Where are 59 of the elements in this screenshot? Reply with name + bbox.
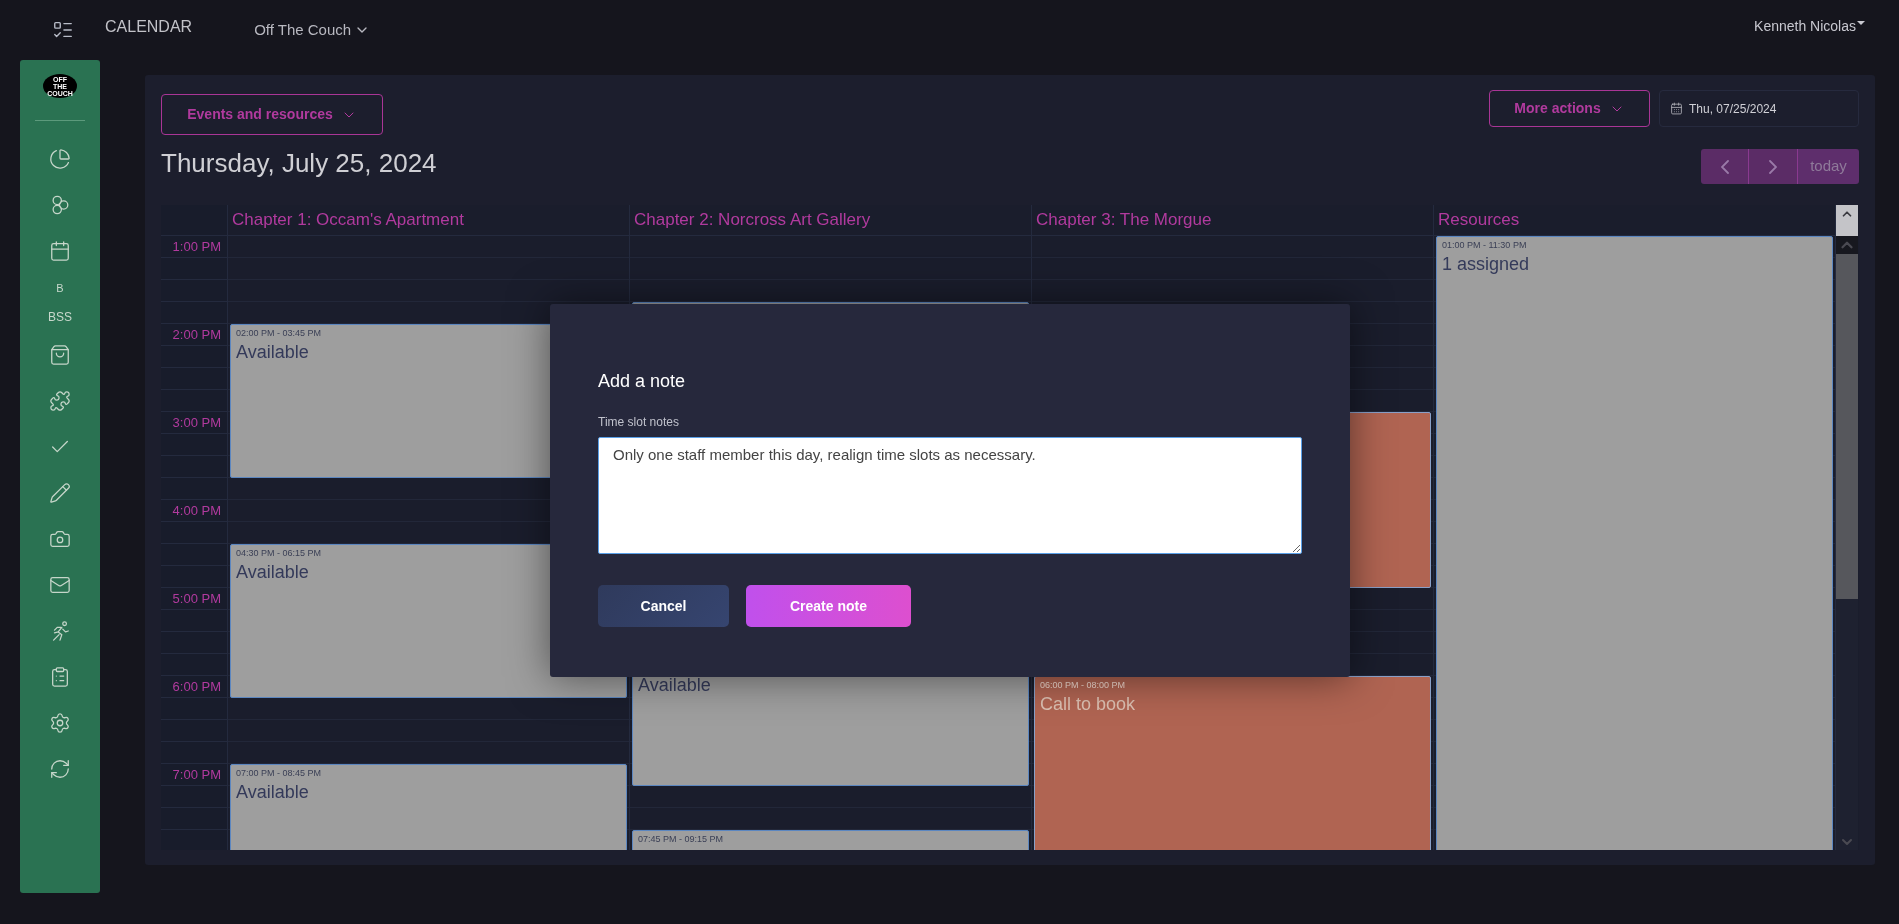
event-time: 01:00 PM - 11:30 PM (1442, 239, 1528, 251)
column-header: Chapter 3: The Morgue (1036, 208, 1212, 231)
app-title: CALENDAR (105, 17, 193, 37)
settings-icon[interactable] (49, 711, 71, 734)
time-label: 3:00 PM (172, 413, 221, 432)
chevron-right-icon (1769, 159, 1777, 174)
calendar-icon[interactable] (49, 239, 71, 262)
event-time: 07:00 PM - 08:45 PM (236, 767, 323, 779)
event-block[interactable]: 07:00 PM - 08:45 PM Available (230, 764, 627, 850)
event-block[interactable]: 01:00 PM - 11:30 PM 1 assigned (1436, 236, 1833, 850)
scroll-up-icon[interactable] (1836, 236, 1858, 254)
clipboard-icon[interactable] (49, 665, 71, 688)
column-header: Chapter 1: Occam's Apartment (232, 208, 464, 231)
time-label: 6:00 PM (172, 677, 221, 696)
puzzle-icon[interactable] (49, 389, 71, 412)
cancel-button[interactable]: Cancel (598, 585, 729, 627)
calendar-icon (1670, 102, 1683, 115)
event-title: 1 assigned (1442, 253, 1531, 276)
event-time: 06:00 PM - 08:00 PM (1040, 679, 1127, 691)
event-time: 04:30 PM - 06:15 PM (236, 547, 323, 559)
create-note-button[interactable]: Create note (746, 585, 911, 627)
today-button[interactable]: today (1798, 149, 1859, 184)
column-header: Chapter 2: Norcross Art Gallery (634, 208, 871, 231)
date-value: Thu, 07/25/2024 (1689, 100, 1777, 118)
event-title: Call to book (1040, 693, 1137, 716)
time-label: 4:00 PM (172, 501, 221, 520)
event-title: Available (236, 561, 310, 584)
event-title: Available (236, 341, 310, 364)
shopping-bag-icon[interactable] (49, 343, 71, 366)
pie-chart-icon[interactable] (49, 147, 71, 170)
event-block[interactable]: 07:45 PM - 09:15 PM (632, 830, 1029, 850)
event-time: 07:45 PM - 09:15 PM (638, 833, 725, 845)
event-title: Available (236, 781, 310, 804)
time-label: 7:00 PM (172, 765, 221, 784)
refresh-icon[interactable] (49, 757, 71, 780)
sidebar-label[interactable]: B (56, 282, 64, 294)
time-label: 1:00 PM (172, 237, 221, 256)
event-title: Available (638, 673, 712, 697)
next-day-button[interactable] (1749, 149, 1798, 184)
venue-dropdown[interactable]: Off The Couch (254, 18, 371, 42)
scrollbar-thumb[interactable] (1836, 254, 1858, 599)
notes-textarea[interactable]: Only one staff member this day, realign time slots as necessary. (598, 437, 1302, 554)
column-header: Resources (1438, 208, 1520, 231)
date-title: Thursday, July 25, 2024 (161, 147, 437, 180)
previous-day-button[interactable] (1701, 149, 1749, 184)
circles-icon[interactable] (49, 193, 71, 216)
sidebar-label[interactable]: BSS (48, 311, 72, 323)
events-and-resources-dropdown[interactable]: Events and resources (161, 94, 383, 135)
time-label: 2:00 PM (172, 325, 221, 344)
scroll-up-button[interactable] (1836, 205, 1858, 236)
caret-icon (1857, 20, 1865, 25)
event-block[interactable]: 06:00 PM - 08:00 PM Call to book (1034, 676, 1431, 850)
pencil-icon[interactable] (49, 481, 71, 504)
date-field[interactable]: Thu, 07/25/2024 (1659, 90, 1859, 127)
time-label: 5:00 PM (172, 589, 221, 608)
event-time: 02:00 PM - 03:45 PM (236, 327, 323, 339)
user-menu[interactable]: Kenneth Nicolas (1754, 15, 1865, 37)
more-actions-dropdown[interactable]: More actions (1489, 90, 1650, 127)
chevron-left-icon (1720, 159, 1729, 174)
